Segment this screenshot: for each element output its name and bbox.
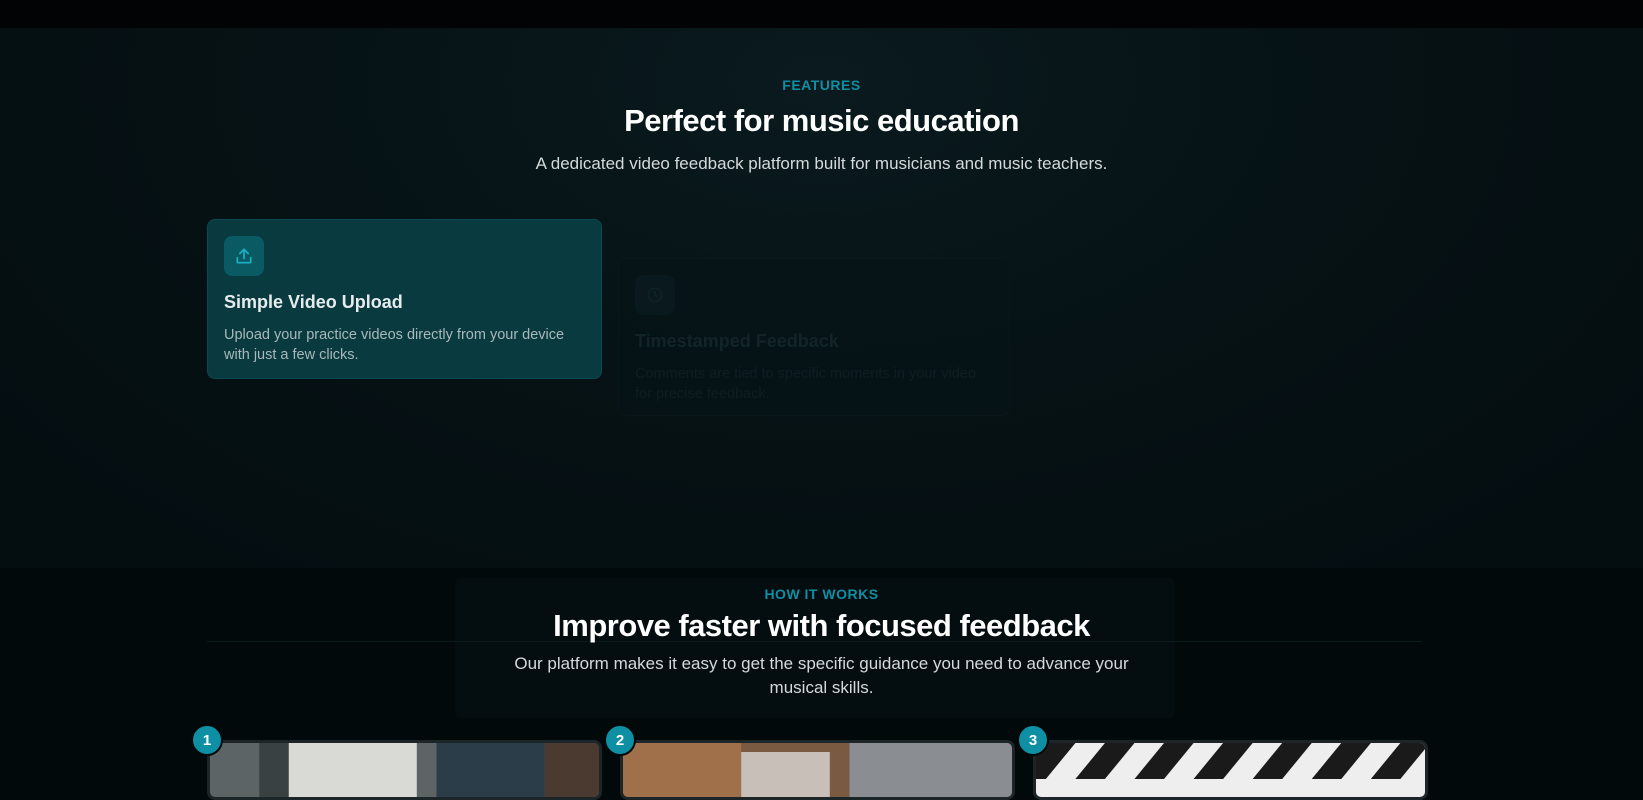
step-2-image bbox=[623, 743, 1012, 797]
how-eyebrow: HOW IT WORKS bbox=[764, 586, 879, 602]
step-card-3[interactable] bbox=[1033, 740, 1428, 800]
feature-card-timestamped[interactable]: Timestamped Feedback Comments are tied t… bbox=[618, 258, 1010, 416]
feature-card-description: Upload your practice videos directly fro… bbox=[224, 327, 565, 363]
step-card-1[interactable] bbox=[207, 740, 602, 800]
top-bar bbox=[0, 0, 1643, 28]
how-title: Improve faster with focused feedback bbox=[553, 608, 1090, 643]
features-subtitle: A dedicated video feedback platform buil… bbox=[535, 154, 1108, 173]
step-3-image bbox=[1036, 743, 1425, 797]
feature-card-title: Timestamped Feedback bbox=[635, 331, 839, 351]
step-card-2[interactable] bbox=[620, 740, 1015, 800]
step-number-badge: 3 bbox=[1017, 724, 1049, 756]
clock-icon bbox=[635, 275, 675, 315]
features-title: Perfect for music education bbox=[624, 103, 1019, 138]
step-1-image bbox=[210, 743, 599, 797]
feature-card-description: Comments are tied to specific moments in… bbox=[635, 366, 976, 402]
feature-card-title: Simple Video Upload bbox=[224, 292, 403, 312]
step-number-badge: 1 bbox=[191, 724, 223, 756]
step-number-badge: 2 bbox=[604, 724, 636, 756]
how-subtitle: Our platform makes it easy to get the sp… bbox=[514, 654, 1129, 697]
upload-icon bbox=[224, 236, 264, 276]
features-eyebrow: FEATURES bbox=[782, 77, 861, 93]
feature-card-upload[interactable]: Simple Video Upload Upload your practice… bbox=[207, 219, 602, 379]
